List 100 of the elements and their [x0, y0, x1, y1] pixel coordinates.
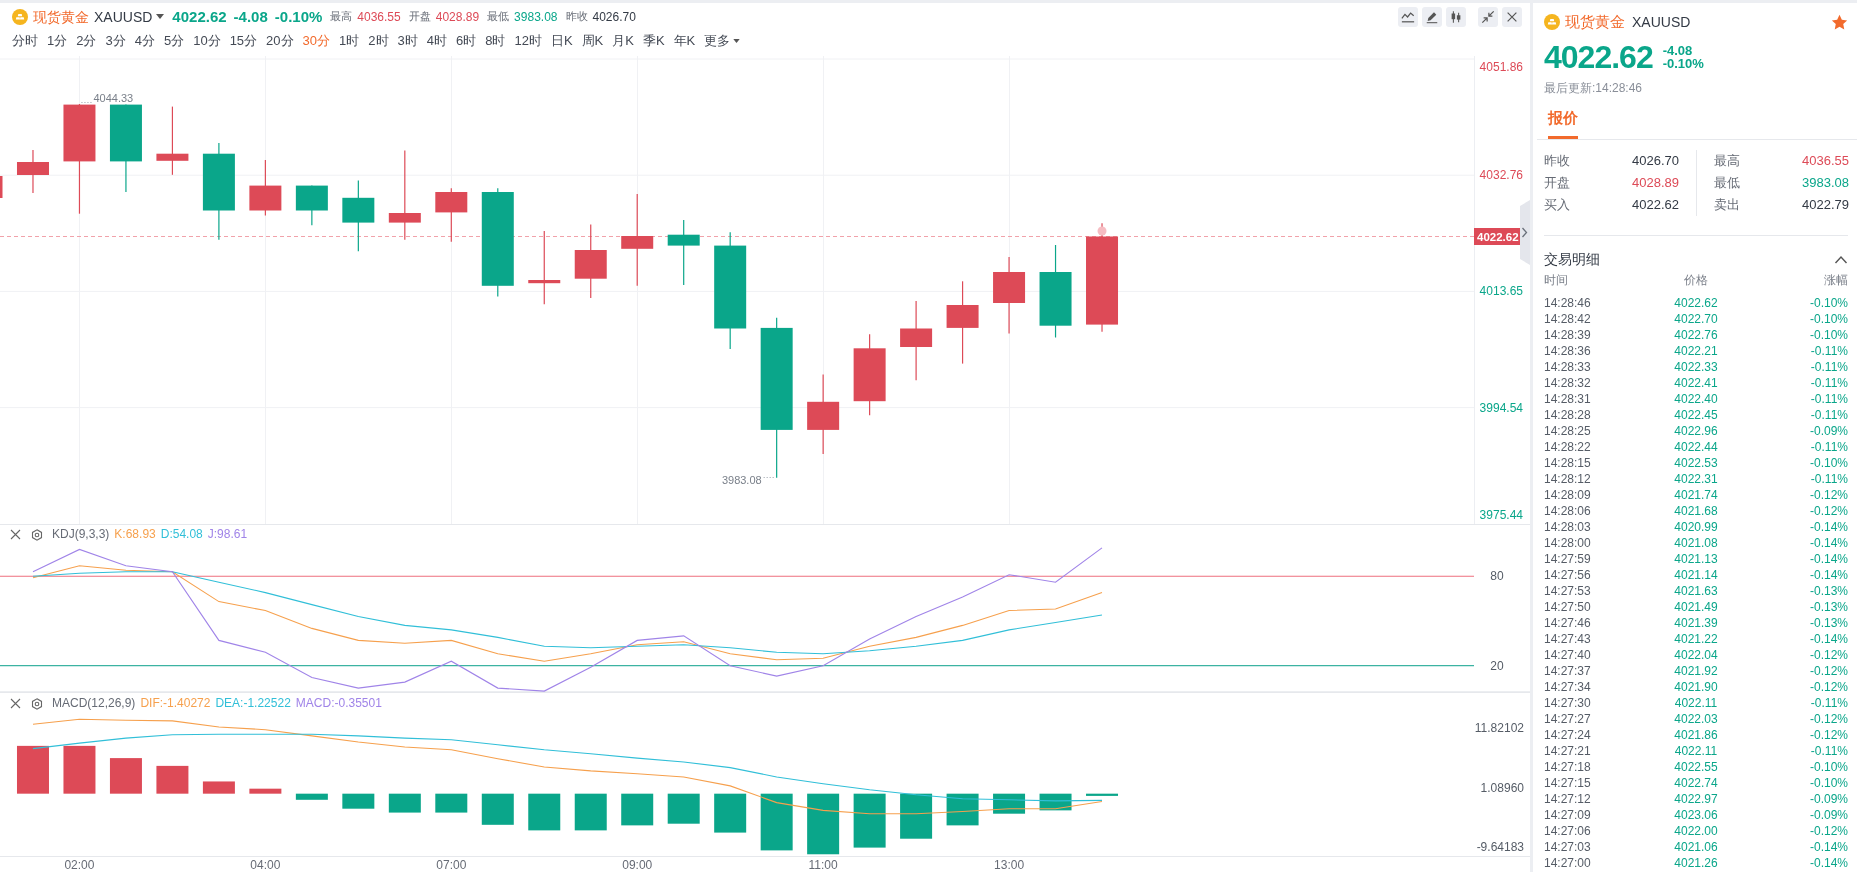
trade-time: 14:27:34 — [1544, 679, 1592, 695]
trade-price: 4023.06 — [1673, 807, 1719, 823]
period-tab[interactable]: 周K — [581, 33, 604, 49]
period-tab[interactable]: 15分 — [229, 33, 258, 49]
trade-time: 14:28:36 — [1544, 343, 1592, 359]
stat-value: 3983.08 — [514, 9, 558, 25]
candle — [667, 219, 700, 286]
trade-change: -0.13% — [1808, 599, 1848, 615]
period-tab[interactable]: 4时 — [426, 33, 447, 49]
period-tab[interactable]: 20分 — [266, 33, 294, 49]
time-axis-label: 04:00 — [250, 858, 281, 872]
quote-value: 4022.79 — [1802, 197, 1849, 213]
trade-time: 14:27:43 — [1544, 631, 1592, 647]
period-tab[interactable]: 8时 — [485, 33, 506, 49]
star-icon[interactable] — [1831, 13, 1848, 31]
coin-icon — [12, 9, 28, 25]
trade-price: 4022.11 — [1673, 743, 1719, 759]
trade-change: -0.14% — [1808, 519, 1848, 535]
trade-time: 14:28:09 — [1544, 487, 1592, 503]
update-time: 最后更新:14:28:46 — [1544, 80, 1644, 96]
trade-change: -0.09% — [1808, 791, 1848, 807]
trade-price: 4022.96 — [1673, 423, 1719, 439]
trade-change: -0.14% — [1808, 551, 1848, 567]
close-icon[interactable] — [10, 529, 21, 540]
trade-price: 4021.26 — [1673, 855, 1719, 871]
chart-type-button[interactable] — [1446, 7, 1466, 27]
trade-time: 14:27:09 — [1544, 807, 1592, 823]
symbol-code: XAUUSD — [1632, 13, 1691, 31]
settings-icon[interactable] — [31, 697, 43, 710]
trade-change: -0.11% — [1809, 695, 1848, 711]
quote-value: 4022.62 — [1632, 197, 1679, 213]
candle — [156, 106, 189, 176]
period-tab[interactable]: 2分 — [76, 33, 97, 49]
period-tab[interactable]: 3时 — [397, 33, 418, 49]
trade-price: 4022.41 — [1673, 375, 1719, 391]
period-tab[interactable]: 1时 — [339, 33, 360, 49]
period-tab[interactable]: 12时 — [514, 33, 542, 49]
trade-time: 14:28:22 — [1544, 439, 1592, 455]
axis-label: 11.82102 — [1474, 720, 1524, 735]
trade-price: 4021.68 — [1673, 503, 1719, 519]
axis-label: 4032.76 — [1479, 168, 1523, 183]
caret-icon — [733, 39, 741, 43]
period-tab[interactable]: 季K — [642, 33, 665, 49]
trade-change: -0.14% — [1808, 535, 1848, 551]
trade-change: -0.11% — [1809, 343, 1848, 359]
trade-price: 4021.06 — [1673, 839, 1719, 855]
stat-label: 最低 — [487, 10, 510, 24]
period-tab[interactable]: 3分 — [105, 33, 126, 49]
axis-label: -9.64183 — [1476, 840, 1524, 855]
trade-time: 14:28:28 — [1544, 407, 1592, 423]
trade-change: -0.12% — [1808, 679, 1848, 695]
trade-price: 4022.40 — [1673, 391, 1719, 407]
trade-change: -0.10% — [1808, 327, 1848, 343]
close-button[interactable] — [1502, 7, 1522, 27]
shrink-button[interactable] — [1478, 7, 1498, 27]
trade-price: 4022.00 — [1673, 823, 1719, 839]
trade-change: -0.14% — [1808, 855, 1848, 871]
trade-price: 4021.13 — [1673, 551, 1719, 567]
period-tab[interactable]: 6时 — [456, 33, 477, 49]
indicator-value: DEA:-1.22522 — [215, 696, 291, 711]
period-tab[interactable]: 4分 — [134, 33, 155, 49]
trade-time: 14:27:00 — [1544, 855, 1592, 871]
trade-time: 14:28:03 — [1544, 519, 1592, 535]
trade-price: 4022.74 — [1673, 775, 1719, 791]
chevron-right-icon[interactable] — [1521, 227, 1528, 238]
period-tab[interactable]: 日K — [550, 33, 573, 49]
price-change: -4.08 — [233, 8, 268, 26]
drawing-tool-button[interactable] — [1422, 7, 1442, 27]
price-change-percent: -0.10% — [1662, 57, 1704, 70]
period-tab[interactable]: 1分 — [47, 33, 68, 49]
period-tab[interactable]: 2时 — [368, 33, 389, 49]
period-tab[interactable]: 分时 — [12, 33, 38, 49]
chevron-up-icon[interactable] — [1834, 254, 1848, 264]
time-axis-label: 02:00 — [64, 858, 95, 872]
trade-change: -0.12% — [1808, 647, 1848, 663]
trade-price: 4021.92 — [1673, 663, 1719, 679]
candle — [295, 185, 328, 226]
more-dropdown[interactable]: 更多 — [704, 33, 741, 49]
trade-change: -0.11% — [1809, 439, 1848, 455]
trade-time: 14:27:03 — [1544, 839, 1592, 855]
settings-icon[interactable] — [31, 528, 43, 541]
period-tab[interactable]: 10分 — [193, 33, 221, 49]
trade-time: 14:27:24 — [1544, 727, 1592, 743]
close-icon[interactable] — [10, 698, 21, 709]
collapse-handle[interactable] — [1520, 200, 1530, 265]
quote-label: 开盘 — [1544, 175, 1570, 191]
coin-icon — [1544, 14, 1560, 30]
period-tab[interactable]: 月K — [612, 33, 634, 49]
trade-price: 4022.03 — [1673, 711, 1719, 727]
symbol-dropdown[interactable]: XAUUSD — [94, 8, 165, 26]
period-tab[interactable]: 5分 — [163, 33, 185, 49]
trade-price: 4022.76 — [1673, 327, 1719, 343]
period-tab[interactable]: 年K — [673, 33, 696, 49]
indicator-button[interactable] — [1398, 7, 1418, 27]
last-price: 4022.62 — [172, 8, 227, 26]
trade-change: -0.12% — [1808, 503, 1848, 519]
stat-value: 4036.55 — [357, 9, 401, 25]
trade-time: 14:28:42 — [1544, 311, 1592, 327]
trade-change: -0.13% — [1808, 583, 1848, 599]
instrument-name: 现货黄金 — [1565, 13, 1625, 31]
